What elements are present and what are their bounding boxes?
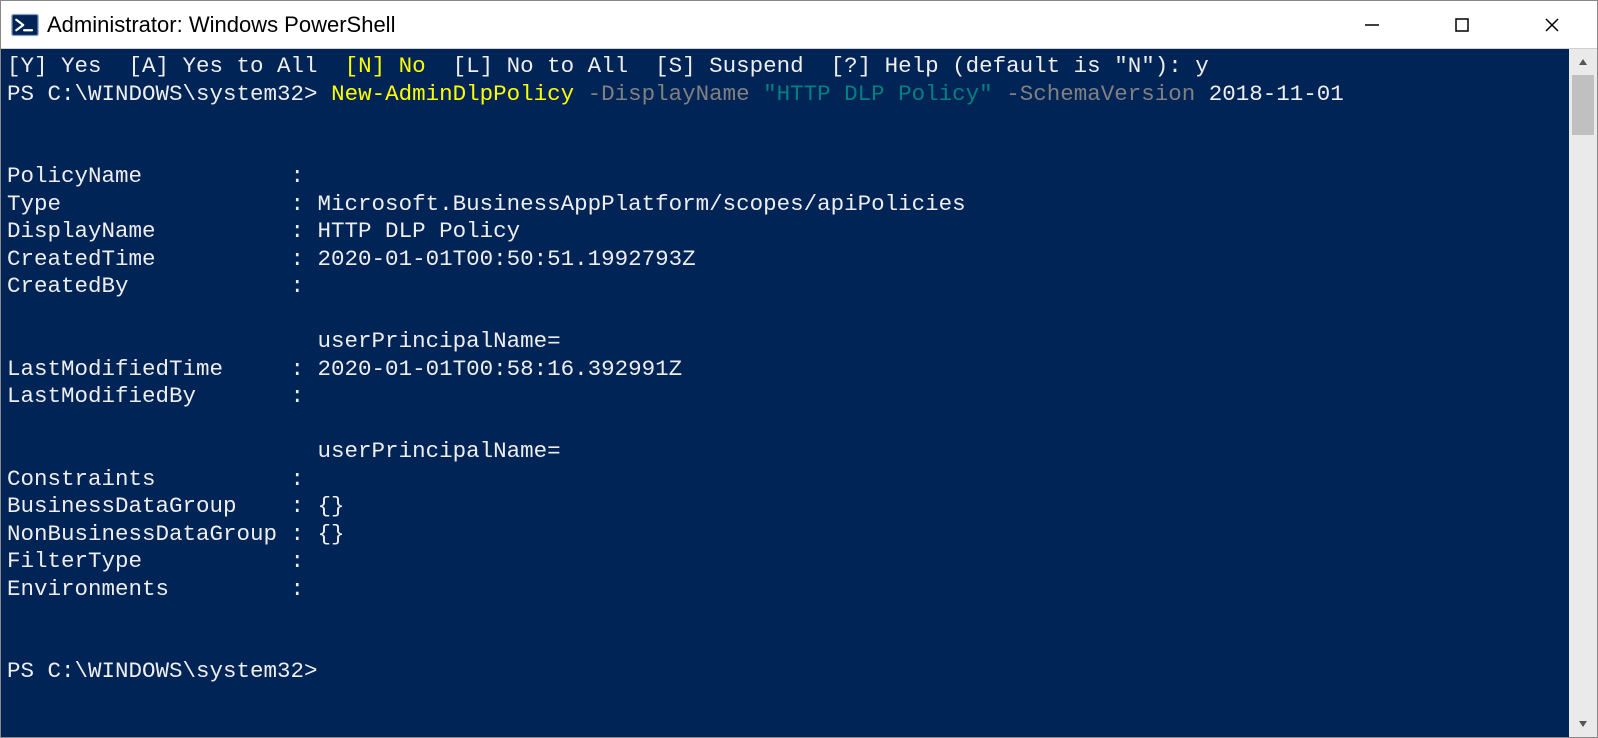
powershell-icon: [11, 11, 39, 39]
close-button[interactable]: [1507, 1, 1597, 48]
maximize-button[interactable]: [1417, 1, 1507, 48]
vertical-scrollbar[interactable]: [1569, 49, 1597, 737]
window-title: Administrator: Windows PowerShell: [47, 12, 395, 38]
terminal-output[interactable]: [Y] Yes [A] Yes to All [N] No [L] No to …: [1, 49, 1569, 737]
title-bar[interactable]: Administrator: Windows PowerShell: [1, 1, 1597, 49]
scrollbar-track[interactable]: [1569, 75, 1597, 711]
window-controls: [1327, 1, 1597, 48]
minimize-button[interactable]: [1327, 1, 1417, 48]
terminal-area: [Y] Yes [A] Yes to All [N] No [L] No to …: [1, 49, 1597, 737]
scroll-down-arrow[interactable]: [1569, 711, 1597, 737]
scrollbar-thumb[interactable]: [1572, 75, 1594, 135]
scroll-up-arrow[interactable]: [1569, 49, 1597, 75]
